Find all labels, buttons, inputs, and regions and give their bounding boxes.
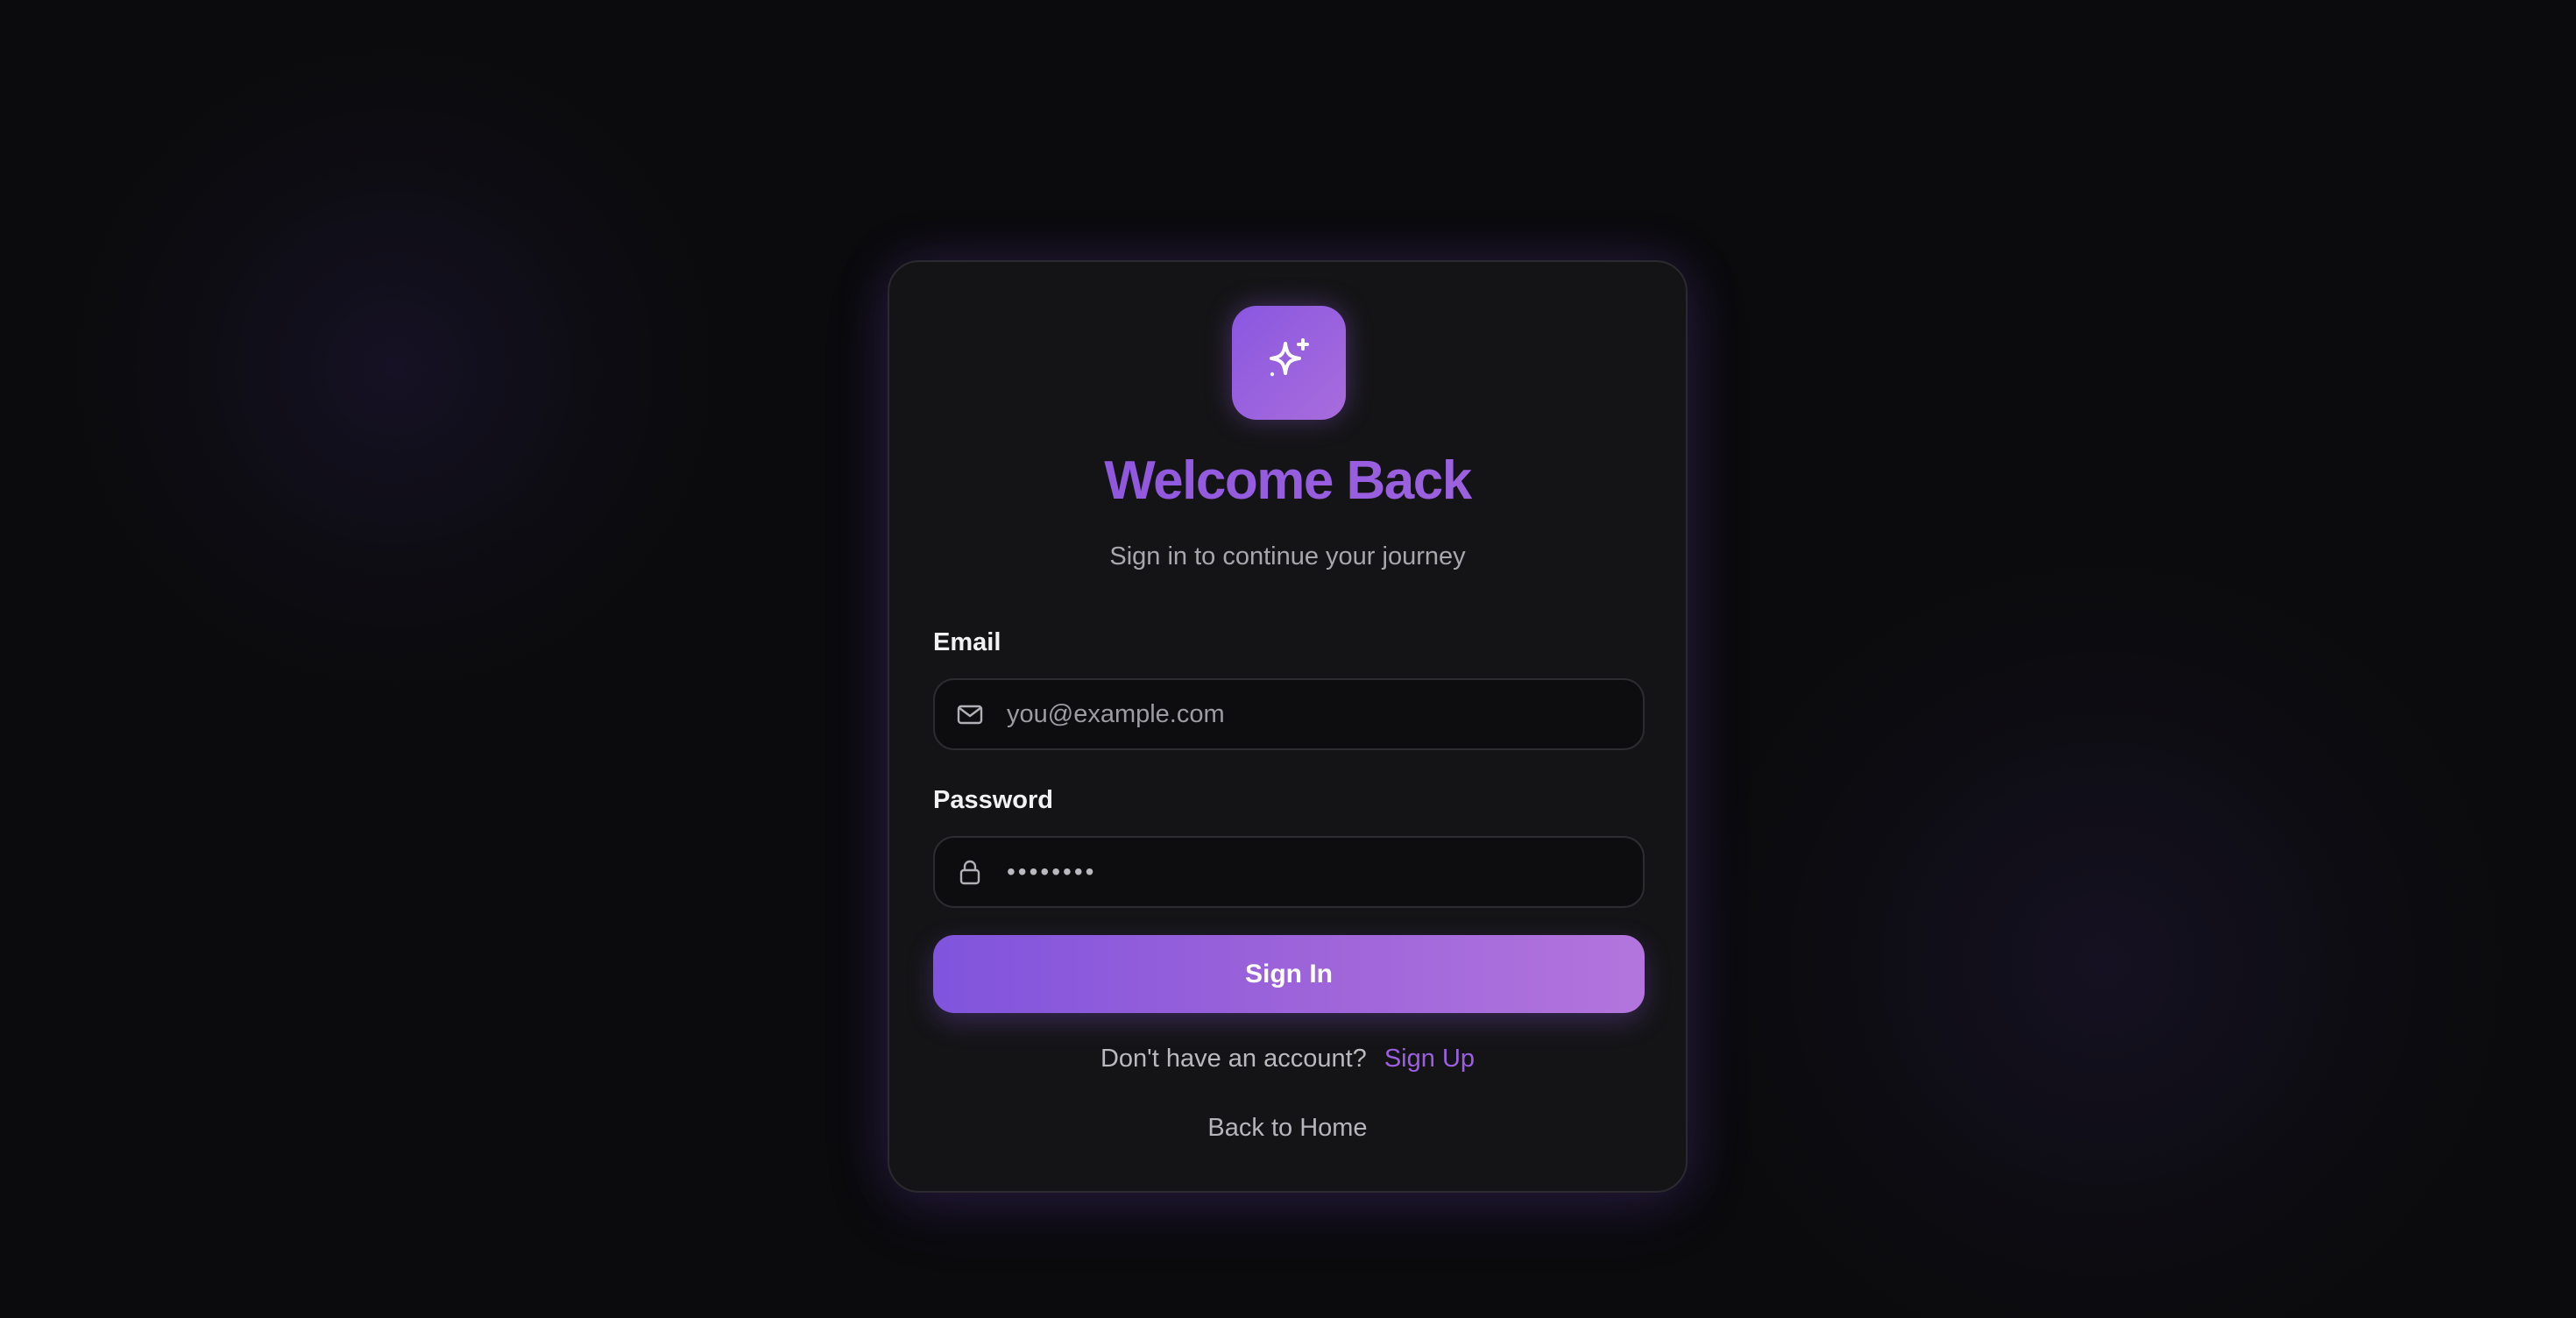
page-title: Welcome Back [889,450,1686,512]
sign-in-button[interactable]: Sign In [933,935,1645,1013]
back-to-home-link[interactable]: Back to Home [889,1114,1686,1143]
password-input[interactable]: •••••••• [1007,858,1096,886]
email-input[interactable] [1007,688,1643,740]
password-field[interactable]: •••••••• [933,836,1645,908]
no-account-text: Don't have an account? [1100,1045,1367,1073]
mail-icon [954,698,986,730]
sparkles-icon [1261,333,1317,393]
sign-up-link[interactable]: Sign Up [1384,1045,1475,1073]
page-background: Welcome Back Sign in to continue your jo… [0,0,2576,1318]
login-card: Welcome Back Sign in to continue your jo… [888,260,1688,1193]
password-label: Password [933,786,1053,814]
email-field[interactable] [933,678,1645,750]
logo-badge [1232,306,1346,420]
email-label: Email [933,628,1001,656]
page-subtitle: Sign in to continue your journey [1109,542,1466,570]
lock-icon [954,856,986,888]
signup-prompt: Don't have an account? Sign Up [889,1045,1686,1074]
